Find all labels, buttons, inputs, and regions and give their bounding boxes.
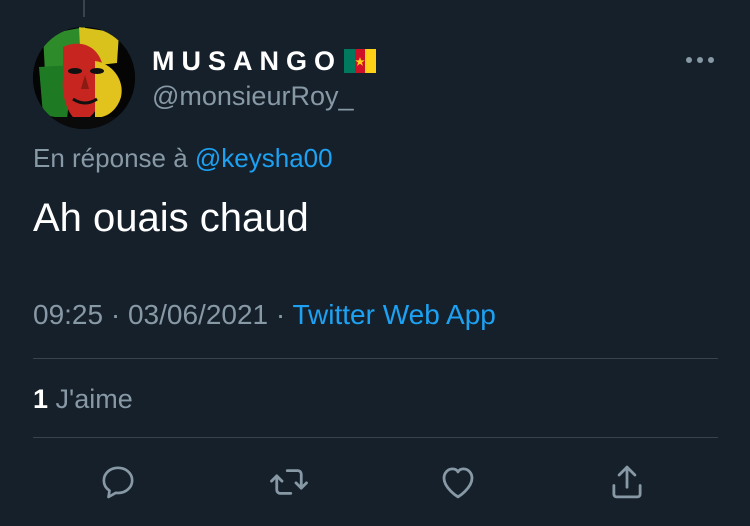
divider bbox=[33, 358, 718, 359]
tweet-metadata: 09:25 · 03/06/2021 · Twitter Web App bbox=[33, 299, 496, 331]
share-button[interactable] bbox=[605, 460, 649, 504]
meta-separator: · bbox=[275, 299, 286, 330]
reply-context: En réponse à @keysha00 bbox=[33, 143, 333, 174]
share-icon bbox=[612, 465, 642, 499]
reply-button[interactable] bbox=[96, 460, 140, 504]
display-name-row[interactable]: MUSANGO bbox=[152, 44, 376, 78]
like-button[interactable] bbox=[436, 460, 480, 504]
meta-separator: · bbox=[110, 299, 121, 330]
thread-connector-line bbox=[83, 0, 85, 17]
user-handle[interactable]: @monsieurRoy_ bbox=[152, 81, 354, 112]
more-options-button[interactable] bbox=[680, 48, 720, 72]
avatar-image bbox=[33, 27, 135, 129]
likes-count: 1 bbox=[33, 384, 49, 414]
tweet-time[interactable]: 09:25 bbox=[33, 299, 103, 330]
reply-prefix: En réponse à bbox=[33, 143, 188, 173]
retweet-icon bbox=[270, 469, 308, 495]
display-name: MUSANGO bbox=[152, 45, 342, 76]
likes-label: J'aime bbox=[55, 384, 133, 414]
tweet-date[interactable]: 03/06/2021 bbox=[128, 299, 268, 330]
reply-mention-link[interactable]: @keysha00 bbox=[195, 143, 333, 173]
like-icon bbox=[442, 467, 474, 499]
more-dots-icon bbox=[686, 57, 714, 63]
tweet-text: Ah ouais chaud bbox=[33, 196, 309, 240]
divider bbox=[33, 437, 718, 438]
tweet-source-link[interactable]: Twitter Web App bbox=[293, 299, 496, 330]
reply-icon bbox=[102, 466, 134, 499]
retweet-button[interactable] bbox=[267, 460, 311, 504]
cameroon-flag-icon bbox=[344, 49, 376, 73]
likes-stat[interactable]: 1 J'aime bbox=[33, 384, 133, 415]
avatar[interactable] bbox=[33, 27, 135, 129]
